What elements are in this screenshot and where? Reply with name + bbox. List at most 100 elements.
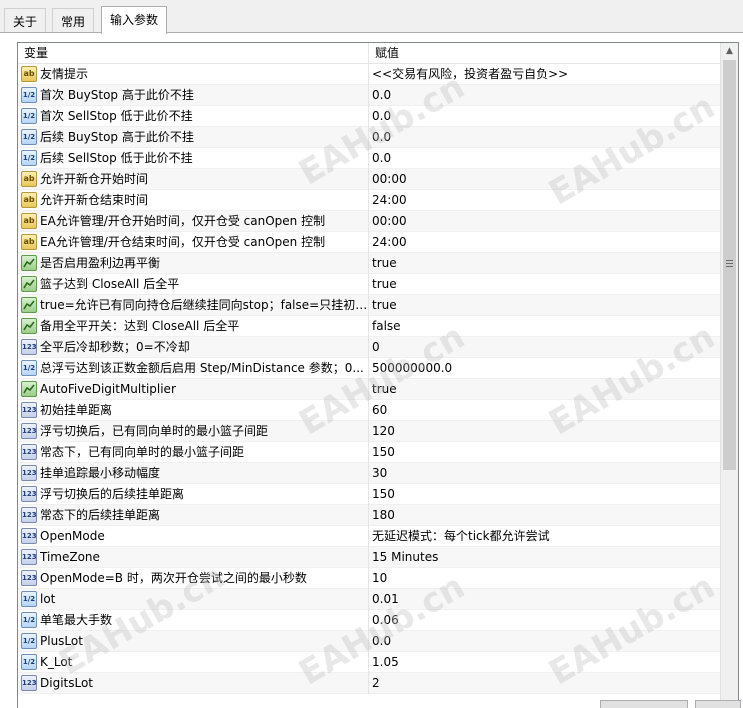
- parameter-name: AutoFiveDigitMultiplier: [40, 382, 176, 396]
- parameter-value[interactable]: true: [372, 253, 717, 273]
- parameter-row[interactable]: ab EA允许管理/开仓开始时间，仅开仓受 canOpen 控制 00:00: [18, 211, 721, 232]
- cancel-button-edge[interactable]: [695, 700, 741, 708]
- parameter-row[interactable]: 1/2 首次 BuyStop 高于此价不挂 0.0: [18, 85, 721, 106]
- parameter-row[interactable]: 123 DigitsLot 2: [18, 673, 721, 694]
- parameter-row[interactable]: ab EA允许管理/开仓结束时间，仅开仓受 canOpen 控制 24:00: [18, 232, 721, 253]
- parameter-value[interactable]: 30: [372, 463, 717, 483]
- parameter-row[interactable]: 备用全平开关：达到 CloseAll 后全平 false: [18, 316, 721, 337]
- parameter-row[interactable]: 123 全平后冷却秒数；0=不冷却 0: [18, 337, 721, 358]
- parameter-value[interactable]: 无延迟模式：每个tick都允许尝试: [372, 526, 717, 546]
- parameter-value[interactable]: true: [372, 295, 717, 315]
- parameter-value[interactable]: false: [372, 316, 717, 336]
- parameter-value[interactable]: 0.0: [372, 148, 717, 168]
- parameter-row[interactable]: AutoFiveDigitMultiplier true: [18, 379, 721, 400]
- column-divider: [368, 379, 369, 400]
- parameter-name: TimeZone: [40, 550, 100, 564]
- double-type-icon: 1/2: [21, 654, 37, 670]
- parameters-panel: 变量 赋值 ab 友情提示 <<交易有风险，投资者盈亏自负>> 1/2 首次 BuySt…: [0, 33, 743, 708]
- parameter-value[interactable]: true: [372, 379, 717, 399]
- parameter-row[interactable]: 是否启用盈利边再平衡 true: [18, 253, 721, 274]
- parameter-value[interactable]: 0.01: [372, 589, 717, 609]
- parameter-value[interactable]: 10: [372, 568, 717, 588]
- parameter-row[interactable]: 123 常态下的后续挂单距离 180: [18, 505, 721, 526]
- parameter-row[interactable]: 123 常态下，已有同向单时的最小篮子间距 150: [18, 442, 721, 463]
- parameter-name: 初始挂单距离: [40, 403, 113, 417]
- integer-type-icon: 123: [21, 423, 37, 439]
- column-divider: [368, 484, 369, 505]
- parameter-row[interactable]: ab 友情提示 <<交易有风险，投资者盈亏自负>>: [18, 64, 721, 85]
- column-divider: [368, 505, 369, 526]
- parameter-row[interactable]: 1/2 单笔最大手数 0.06: [18, 610, 721, 631]
- parameter-row[interactable]: 1/2 PlusLot 0.0: [18, 631, 721, 652]
- parameter-row[interactable]: 123 挂单追踪最小移动幅度 30: [18, 463, 721, 484]
- parameter-name: OpenMode: [40, 529, 105, 543]
- parameter-row[interactable]: 123 OpenMode=B 时，两次开仓尝试之间的最小秒数 10: [18, 568, 721, 589]
- parameter-row[interactable]: 1/2 lot 0.01: [18, 589, 721, 610]
- parameter-value[interactable]: 0: [372, 337, 717, 357]
- parameter-value[interactable]: 0.0: [372, 85, 717, 105]
- parameter-value[interactable]: 2: [372, 673, 717, 693]
- parameter-name: 允许开新仓结束时间: [40, 193, 149, 207]
- parameter-value[interactable]: 0.0: [372, 106, 717, 126]
- parameter-value[interactable]: true: [372, 274, 717, 294]
- parameter-value[interactable]: 0.06: [372, 610, 717, 630]
- parameter-value[interactable]: 00:00: [372, 211, 717, 231]
- column-divider: [368, 232, 369, 253]
- parameter-value[interactable]: 60: [372, 400, 717, 420]
- parameter-name: 单笔最大手数: [40, 613, 113, 627]
- column-header-value[interactable]: 赋值: [369, 43, 721, 63]
- tab-common[interactable]: 常用: [52, 8, 95, 32]
- parameter-name: 常态下，已有同向单时的最小篮子间距: [40, 445, 245, 459]
- parameter-row[interactable]: 1/2 K_Lot 1.05: [18, 652, 721, 673]
- parameter-value[interactable]: 150: [372, 484, 717, 504]
- parameter-value[interactable]: 00:00: [372, 169, 717, 189]
- double-type-icon: 1/2: [21, 633, 37, 649]
- parameter-value[interactable]: 120: [372, 421, 717, 441]
- parameter-row[interactable]: 123 OpenMode 无延迟模式：每个tick都允许尝试: [18, 526, 721, 547]
- vertical-scrollbar[interactable]: ▲: [720, 43, 738, 708]
- ok-button-edge[interactable]: [600, 700, 688, 708]
- tab-input-parameters[interactable]: 输入参数: [101, 6, 168, 34]
- parameter-row[interactable]: ab 允许开新仓结束时间 24:00: [18, 190, 721, 211]
- parameter-row[interactable]: 123 浮亏切换后，已有同向单时的最小篮子间距 120: [18, 421, 721, 442]
- parameter-value[interactable]: 1.05: [372, 652, 717, 672]
- parameter-value[interactable]: 0.0: [372, 631, 717, 651]
- column-divider: [368, 421, 369, 442]
- parameter-value[interactable]: 24:00: [372, 190, 717, 210]
- column-divider: [368, 148, 369, 169]
- bool-type-icon: [21, 318, 37, 334]
- parameter-name: 是否启用盈利边再平衡: [40, 256, 161, 270]
- column-divider: [368, 337, 369, 358]
- column-divider: [368, 463, 369, 484]
- column-divider: [368, 253, 369, 274]
- parameter-row[interactable]: 123 TimeZone 15 Minutes: [18, 547, 721, 568]
- column-divider: [368, 106, 369, 127]
- tab-about[interactable]: 关于: [4, 8, 47, 32]
- parameter-value[interactable]: 15 Minutes: [372, 547, 717, 567]
- parameter-row[interactable]: 1/2 后续 BuyStop 高于此价不挂 0.0: [18, 127, 721, 148]
- scroll-up-arrow-icon[interactable]: ▲: [721, 43, 738, 60]
- parameter-value[interactable]: 150: [372, 442, 717, 462]
- parameter-row[interactable]: true=允许已有同向持仓后继续挂同向stop；false=只挂初?... tru…: [18, 295, 721, 316]
- column-header-variable[interactable]: 变量: [18, 43, 368, 63]
- parameter-name: 友情提示: [40, 67, 89, 81]
- column-divider: [368, 358, 369, 379]
- parameter-name: 篮子达到 CloseAll 后全平: [40, 277, 180, 291]
- parameter-row[interactable]: 123 浮亏切换后的后续挂单距离 150: [18, 484, 721, 505]
- parameter-row[interactable]: 1/2 首次 SellStop 低于此价不挂 0.0: [18, 106, 721, 127]
- scrollbar-thumb[interactable]: [723, 60, 736, 470]
- parameter-row[interactable]: 1/2 总浮亏达到该正数金额后启用 Step/MinDistance 参数；0..…: [18, 358, 721, 379]
- parameter-value[interactable]: 24:00: [372, 232, 717, 252]
- column-divider: [368, 211, 369, 232]
- parameter-value[interactable]: <<交易有风险，投资者盈亏自负>>: [372, 64, 717, 84]
- parameter-row[interactable]: 123 初始挂单距离 60: [18, 400, 721, 421]
- double-type-icon: 1/2: [21, 129, 37, 145]
- parameter-value[interactable]: 180: [372, 505, 717, 525]
- double-type-icon: 1/2: [21, 612, 37, 628]
- integer-type-icon: 123: [21, 339, 37, 355]
- parameter-row[interactable]: ab 允许开新仓开始时间 00:00: [18, 169, 721, 190]
- parameter-value[interactable]: 0.0: [372, 127, 717, 147]
- parameter-value[interactable]: 500000000.0: [372, 358, 717, 378]
- parameter-row[interactable]: 篮子达到 CloseAll 后全平 true: [18, 274, 721, 295]
- parameter-row[interactable]: 1/2 后续 SellStop 低于此价不挂 0.0: [18, 148, 721, 169]
